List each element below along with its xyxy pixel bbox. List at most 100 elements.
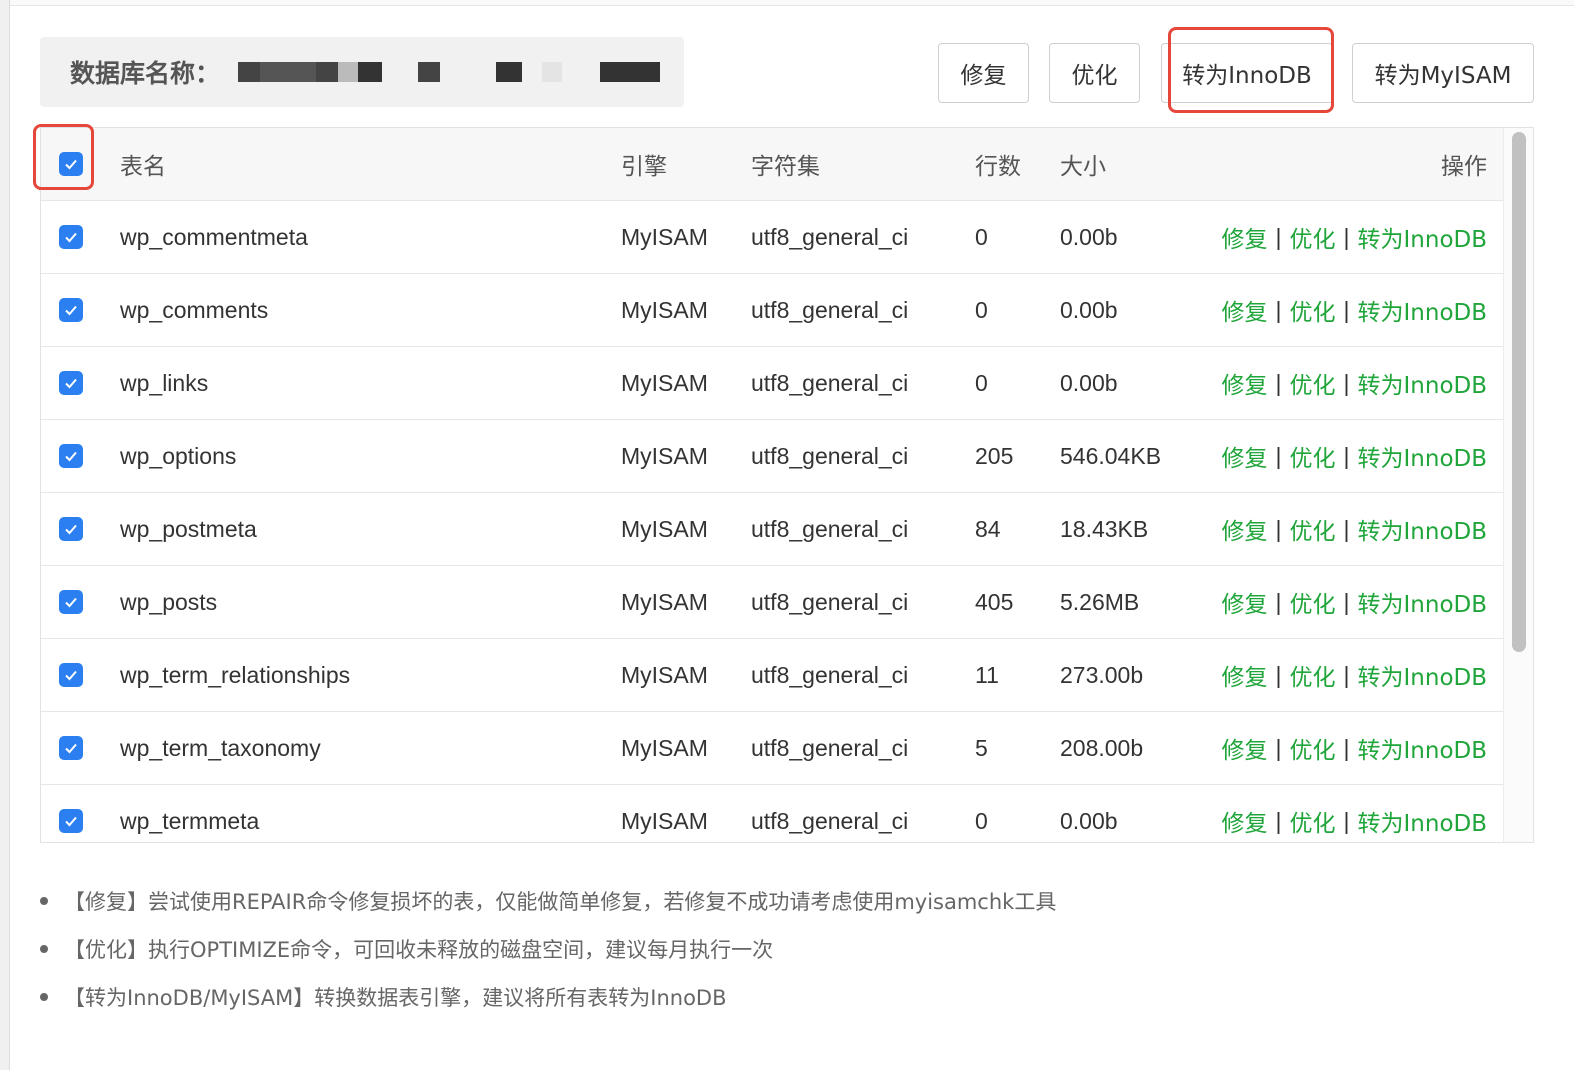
row-optimize-link[interactable]: 优化: [1290, 585, 1336, 619]
table-name: wp_options: [120, 442, 237, 469]
action-separator: |: [1275, 223, 1282, 250]
row-repair-link[interactable]: 修复: [1222, 439, 1268, 473]
checkmark-icon: [65, 816, 77, 827]
table-row-count: 11: [975, 661, 999, 688]
row-repair-link[interactable]: 修复: [1222, 658, 1268, 692]
row-actions: 修复 | 优化 | 转为InnoDB: [1222, 566, 1487, 638]
header-ops: 操作: [1441, 154, 1487, 180]
checkmark-icon: [65, 670, 77, 681]
row-convert-innodb-link[interactable]: 转为InnoDB: [1358, 220, 1488, 254]
action-separator: |: [1343, 296, 1350, 323]
row-convert-innodb-link[interactable]: 转为InnoDB: [1358, 293, 1488, 327]
row-optimize-link[interactable]: 优化: [1290, 220, 1336, 254]
row-repair-link[interactable]: 修复: [1222, 585, 1268, 619]
row-convert-innodb-link[interactable]: 转为InnoDB: [1358, 585, 1488, 619]
action-separator: |: [1275, 515, 1282, 542]
row-repair-link[interactable]: 修复: [1222, 804, 1268, 838]
row-convert-innodb-link[interactable]: 转为InnoDB: [1358, 512, 1488, 546]
table-size: 0.00b: [1060, 223, 1118, 250]
row-convert-innodb-link[interactable]: 转为InnoDB: [1358, 439, 1488, 473]
table-engine: MyISAM: [621, 588, 708, 615]
table-row: wp_options MyISAM utf8_general_ci 205 546.04…: [41, 420, 1503, 493]
row-actions: 修复 | 优化 | 转为InnoDB: [1222, 347, 1487, 419]
row-optimize-link[interactable]: 优化: [1290, 366, 1336, 400]
row-convert-innodb-link[interactable]: 转为InnoDB: [1358, 658, 1488, 692]
checkmark-icon: [65, 524, 77, 535]
tables-list: 表名 引擎 字符集 行数 大小 操作 wp_commentmeta MyISAM u…: [40, 127, 1534, 843]
row-optimize-link[interactable]: 优化: [1290, 293, 1336, 327]
row-checkbox[interactable]: [59, 663, 83, 687]
checkmark-icon: [65, 378, 77, 389]
row-actions: 修复 | 优化 | 转为InnoDB: [1222, 639, 1487, 711]
row-actions: 修复 | 优化 | 转为InnoDB: [1222, 420, 1487, 492]
table-charset: utf8_general_ci: [751, 515, 909, 542]
row-optimize-link[interactable]: 优化: [1290, 731, 1336, 765]
table-engine: MyISAM: [621, 515, 708, 542]
row-repair-link[interactable]: 修复: [1222, 366, 1268, 400]
table-row-count: 0: [975, 296, 988, 323]
table-row-count: 205: [975, 442, 1014, 469]
table-row-count: 0: [975, 223, 988, 250]
action-separator: |: [1343, 515, 1350, 542]
action-separator: |: [1275, 734, 1282, 761]
row-repair-link[interactable]: 修复: [1222, 293, 1268, 327]
scrollbar-thumb[interactable]: [1512, 132, 1526, 652]
row-checkbox[interactable]: [59, 298, 83, 322]
row-checkbox[interactable]: [59, 736, 83, 760]
table-row-count: 84: [975, 515, 1001, 542]
table-size: 5.26MB: [1060, 588, 1140, 615]
row-optimize-link[interactable]: 优化: [1290, 439, 1336, 473]
optimize-button[interactable]: 优化: [1049, 43, 1140, 103]
table-engine: MyISAM: [621, 296, 708, 323]
row-actions: 修复 | 优化 | 转为InnoDB: [1222, 274, 1487, 346]
row-checkbox[interactable]: [59, 371, 83, 395]
table-name: wp_termmeta: [120, 807, 260, 834]
checkmark-icon: [65, 451, 77, 462]
checkmark-icon: [65, 743, 77, 754]
row-optimize-link[interactable]: 优化: [1290, 512, 1336, 546]
row-convert-innodb-link[interactable]: 转为InnoDB: [1358, 804, 1488, 838]
table-row: wp_term_taxonomy MyISAM utf8_general_ci 5 20…: [41, 712, 1503, 785]
table-name: wp_links: [120, 369, 209, 396]
table-scrollbar[interactable]: [1503, 128, 1533, 842]
row-optimize-link[interactable]: 优化: [1290, 804, 1336, 838]
table-engine: MyISAM: [621, 223, 708, 250]
convert-to-myisam-button[interactable]: 转为MyISAM: [1352, 43, 1534, 103]
header-size: 大小: [1060, 154, 1106, 180]
table-size: 0.00b: [1060, 296, 1118, 323]
table-charset: utf8_general_ci: [751, 296, 909, 323]
table-size: 273.00b: [1060, 661, 1144, 688]
row-convert-innodb-link[interactable]: 转为InnoDB: [1358, 366, 1488, 400]
table-name: wp_term_taxonomy: [120, 734, 321, 761]
row-repair-link[interactable]: 修复: [1222, 512, 1268, 546]
repair-button[interactable]: 修复: [938, 43, 1029, 103]
table-row: wp_postmeta MyISAM utf8_general_ci 84 18.43K…: [41, 493, 1503, 566]
row-checkbox[interactable]: [59, 590, 83, 614]
row-checkbox[interactable]: [59, 517, 83, 541]
row-convert-innodb-link[interactable]: 转为InnoDB: [1358, 731, 1488, 765]
table-charset: utf8_general_ci: [751, 588, 909, 615]
row-optimize-link[interactable]: 优化: [1290, 658, 1336, 692]
action-separator: |: [1343, 588, 1350, 615]
convert-to-innodb-button[interactable]: 转为InnoDB: [1161, 43, 1333, 103]
table-name: wp_commentmeta: [120, 223, 308, 250]
table-size: 0.00b: [1060, 807, 1118, 834]
table-charset: utf8_general_ci: [751, 369, 909, 396]
row-checkbox[interactable]: [59, 809, 83, 833]
database-name-box: 数据库名称：: [40, 37, 684, 107]
table-row-count: 5: [975, 734, 988, 761]
database-name-label: 数据库名称：: [70, 59, 221, 88]
row-checkbox[interactable]: [59, 225, 83, 249]
action-separator: |: [1275, 807, 1282, 834]
checkmark-icon: [65, 597, 77, 608]
action-separator: |: [1343, 442, 1350, 469]
row-repair-link[interactable]: 修复: [1222, 731, 1268, 765]
row-repair-link[interactable]: 修复: [1222, 220, 1268, 254]
table-size: 546.04KB: [1060, 442, 1162, 469]
table-row: wp_posts MyISAM utf8_general_ci 405 5.26MB 修复…: [41, 566, 1503, 639]
background-page-strip: [0, 0, 10, 1070]
select-all-checkbox[interactable]: [59, 152, 83, 176]
table-name: wp_term_relationships: [120, 661, 351, 688]
row-checkbox[interactable]: [59, 444, 83, 468]
row-actions: 修复 | 优化 | 转为InnoDB: [1222, 712, 1487, 784]
